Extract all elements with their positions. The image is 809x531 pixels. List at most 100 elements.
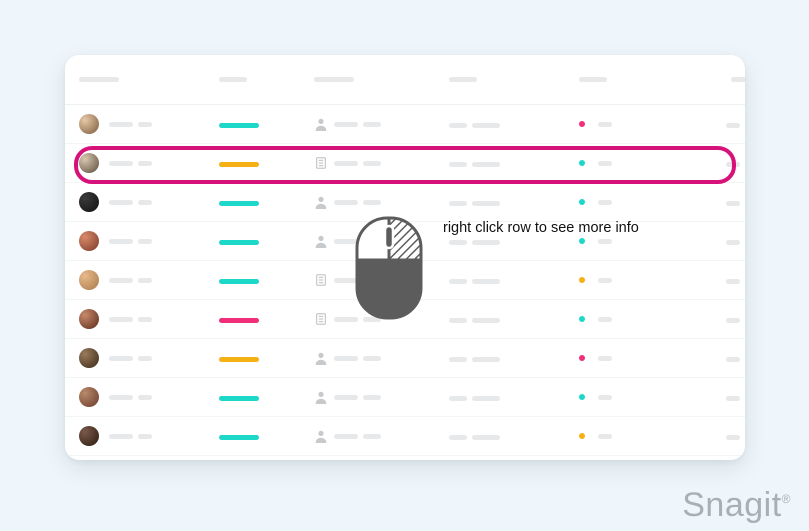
cell-status <box>219 154 314 172</box>
table-row[interactable] <box>65 417 745 456</box>
table-row[interactable] <box>65 339 745 378</box>
person-icon <box>314 429 328 443</box>
cell-type <box>314 234 449 248</box>
table-row[interactable] <box>65 300 745 339</box>
avatar <box>79 231 99 251</box>
avatar <box>79 309 99 329</box>
cell-actions[interactable] <box>669 427 745 445</box>
snagit-watermark: Snagit® <box>682 486 791 525</box>
status-pill <box>219 162 259 167</box>
flag-dot <box>579 160 585 166</box>
flag-dot <box>579 277 585 283</box>
cell-detail <box>449 310 579 328</box>
table-row[interactable] <box>65 105 745 144</box>
cell-type <box>314 351 449 365</box>
cell-status <box>219 232 314 250</box>
cell-actions[interactable] <box>669 232 745 250</box>
flag-dot <box>579 433 585 439</box>
person-icon <box>314 234 328 248</box>
status-pill <box>219 123 259 128</box>
cell-user <box>79 270 219 290</box>
cell-detail <box>449 388 579 406</box>
table-body <box>65 105 745 456</box>
status-pill <box>219 201 259 206</box>
header-col-type[interactable] <box>314 71 449 89</box>
header-col-status[interactable] <box>219 71 314 89</box>
cell-flag <box>579 160 669 166</box>
cell-status <box>219 193 314 211</box>
header-col-detail[interactable] <box>449 71 579 89</box>
document-icon <box>314 156 328 170</box>
cell-flag <box>579 121 669 127</box>
document-icon <box>314 312 328 326</box>
cell-actions[interactable] <box>669 310 745 328</box>
cell-type <box>314 156 449 170</box>
status-pill <box>219 318 259 323</box>
avatar <box>79 114 99 134</box>
cell-status <box>219 349 314 367</box>
person-icon <box>314 195 328 209</box>
cell-detail <box>449 427 579 445</box>
cell-flag <box>579 355 669 361</box>
cell-flag <box>579 238 669 244</box>
header-col-actions[interactable] <box>669 71 745 89</box>
flag-dot <box>579 121 585 127</box>
avatar <box>79 192 99 212</box>
flag-dot <box>579 355 585 361</box>
cell-flag <box>579 277 669 283</box>
cell-flag <box>579 199 669 205</box>
cell-user <box>79 348 219 368</box>
avatar <box>79 270 99 290</box>
cell-actions[interactable] <box>669 271 745 289</box>
status-pill <box>219 279 259 284</box>
person-icon <box>314 351 328 365</box>
table-row[interactable] <box>65 261 745 300</box>
cell-detail <box>449 193 579 211</box>
cell-user <box>79 309 219 329</box>
avatar <box>79 426 99 446</box>
cell-status <box>219 271 314 289</box>
table-row[interactable] <box>65 222 745 261</box>
cell-actions[interactable] <box>669 193 745 211</box>
cell-actions[interactable] <box>669 349 745 367</box>
cell-flag <box>579 433 669 439</box>
cell-user <box>79 153 219 173</box>
flag-dot <box>579 199 585 205</box>
cell-status <box>219 427 314 445</box>
flag-dot <box>579 238 585 244</box>
table-header <box>65 55 745 105</box>
status-pill <box>219 396 259 401</box>
status-pill <box>219 240 259 245</box>
cell-type <box>314 390 449 404</box>
header-col-flag[interactable] <box>579 71 669 89</box>
cell-actions[interactable] <box>669 388 745 406</box>
cell-user <box>79 231 219 251</box>
document-icon <box>314 273 328 287</box>
cell-type <box>314 117 449 131</box>
cell-user <box>79 114 219 134</box>
cell-actions[interactable] <box>669 115 745 133</box>
table-row[interactable] <box>65 183 745 222</box>
cell-type <box>314 195 449 209</box>
cell-actions[interactable] <box>669 154 745 172</box>
header-col-user[interactable] <box>79 71 219 89</box>
data-table-card <box>65 55 745 460</box>
flag-dot <box>579 316 585 322</box>
avatar <box>79 348 99 368</box>
cell-type <box>314 429 449 443</box>
person-icon <box>314 117 328 131</box>
status-pill <box>219 357 259 362</box>
cell-flag <box>579 394 669 400</box>
table-row[interactable] <box>65 144 745 183</box>
cell-user <box>79 387 219 407</box>
cell-status <box>219 115 314 133</box>
cell-flag <box>579 316 669 322</box>
flag-dot <box>579 394 585 400</box>
cell-user <box>79 192 219 212</box>
avatar <box>79 153 99 173</box>
cell-detail <box>449 349 579 367</box>
person-icon <box>314 390 328 404</box>
status-pill <box>219 435 259 440</box>
cell-type <box>314 312 449 326</box>
table-row[interactable] <box>65 378 745 417</box>
